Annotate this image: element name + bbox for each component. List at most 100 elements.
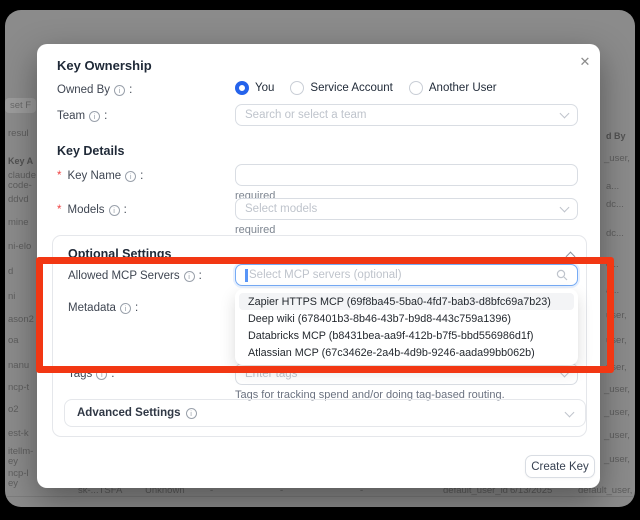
owned-by-label: Owned By : [57,84,132,96]
info-icon [125,171,136,182]
allowed-mcp-label-text: Allowed MCP Servers [68,270,180,282]
info-icon [114,85,125,96]
bg-fragment: dc... [606,199,624,210]
allowed-mcp-input[interactable]: Select MCP servers (optional) [235,264,578,286]
radio-you-label: You [255,82,274,94]
colon: : [140,170,143,182]
tags-label: Tags : [68,368,115,380]
info-icon [184,271,195,282]
allowed-mcp-label: Allowed MCP Servers : [68,270,202,282]
colon: : [129,84,132,96]
colon: : [135,302,138,314]
tags-label-text: Tags [68,368,92,380]
bg-fragment: ason2 [8,314,34,325]
info-icon [109,205,120,216]
owned-by-radio-group: You Service Account Another User [235,81,497,95]
bg-fragment: ey [8,456,18,467]
radio-selected-icon[interactable] [235,81,249,95]
bg-divider [5,496,635,497]
team-select-placeholder: Search or select a team [245,109,366,121]
bg-fragment: o2 [8,404,19,415]
info-icon [120,303,131,314]
bg-fragment: _user, [604,407,630,418]
tags-placeholder: Enter tags [245,368,297,380]
team-label-text: Team [57,110,85,122]
close-icon[interactable]: ✕ [575,52,595,72]
models-select[interactable]: Select models [235,198,578,220]
chevron-down-icon [560,368,570,378]
colon: : [104,110,107,122]
bg-fragment: resul [8,128,29,139]
models-select-placeholder: Select models [245,203,317,215]
key-details-heading: Key Details [57,144,124,158]
bg-fragment: _user, [604,153,630,164]
models-label-text: Models [67,204,104,216]
bg-fragment: set F [10,100,31,111]
radio-service-account-label: Service Account [310,82,392,94]
info-icon [89,111,100,122]
bg-column-header-fragment: d By [606,131,626,141]
radio-unselected-icon[interactable] [290,81,304,95]
owned-by-label-text: Owned By [57,84,110,96]
radio-another-user-label: Another User [429,82,497,94]
radio-another-user[interactable]: Another User [409,81,497,95]
colon: : [199,270,202,282]
bg-reset-filters-fragment: set F [5,98,36,113]
metadata-label-text: Metadata [68,302,116,314]
colon: : [124,204,127,216]
bg-fragment: mine [8,217,29,228]
search-icon [556,269,568,281]
radio-unselected-icon[interactable] [409,81,423,95]
bg-fragment: code- [8,180,32,191]
bg-fragment: oa [8,335,19,346]
bg-fragment: nanu [8,360,29,371]
chevron-down-icon [560,203,570,213]
bg-fragment: ncp-t [8,382,29,393]
bg-fragment: a... [606,285,619,296]
mcp-server-dropdown: Zapier HTTPS MCP (69f8ba45-5ba0-4fd7-bab… [235,289,578,365]
bg-fragment: user, [606,310,627,321]
advanced-settings-label: Advanced Settings [77,407,181,419]
dropdown-option-zapier[interactable]: Zapier HTTPS MCP (69f8ba45-5ba0-4fd7-bab… [239,293,574,310]
info-icon [186,408,197,419]
key-name-input[interactable] [235,164,578,186]
tags-select[interactable]: Enter tags [235,363,578,385]
bg-fragment: ni-elo [8,241,31,252]
bg-column-header-fragment: Key A [8,156,33,166]
create-key-button[interactable]: Create Key [525,455,595,478]
advanced-settings-toggle[interactable]: Advanced Settings [64,399,586,427]
bg-fragment: dc... [606,228,624,239]
bg-fragment: ddvd [8,194,29,205]
dropdown-option-deep-wiki[interactable]: Deep wiki (678401b3-8b46-43b7-b9d8-443c7… [239,310,574,327]
team-select[interactable]: Search or select a team [235,104,578,126]
bg-fragment: ni [8,291,15,302]
required-marker: * [57,170,61,182]
chevron-down-icon [565,407,575,417]
models-label: * Models : [57,204,127,216]
info-icon [96,369,107,380]
bg-fragment: est-k [8,428,29,439]
create-key-modal: Key Ownership ✕ Owned By : You Service A… [37,44,600,488]
key-name-label: * Key Name : [57,170,143,182]
team-label: Team : [57,110,107,122]
bg-fragment: d [8,266,13,277]
chevron-down-icon [560,109,570,119]
allowed-mcp-placeholder: Select MCP servers (optional) [249,269,402,281]
optional-settings-heading[interactable]: Optional Settings [68,247,171,261]
screenshot-stage: set F resul Key A claude code- ddvd mine… [0,0,640,520]
dropdown-option-atlassian[interactable]: Atlassian MCP (67c3462e-2a4b-4d9b-9246-a… [239,344,574,361]
metadata-label: Metadata : [68,302,138,314]
bg-fragment: a... [606,181,619,192]
bg-fragment: c... [606,259,619,270]
bg-fragment: ey [8,478,18,489]
bg-fragment: user, [606,335,627,346]
dropdown-option-databricks[interactable]: Databricks MCP (b8431bea-aa9f-412b-b7f5-… [239,327,574,344]
required-marker: * [57,204,61,216]
radio-service-account[interactable]: Service Account [290,81,392,95]
key-name-label-text: Key Name [67,170,121,182]
colon: : [111,368,114,380]
text-caret [245,269,248,282]
radio-you[interactable]: You [235,81,274,95]
modal-title: Key Ownership [57,58,152,73]
bg-fragment: user, [606,362,627,373]
